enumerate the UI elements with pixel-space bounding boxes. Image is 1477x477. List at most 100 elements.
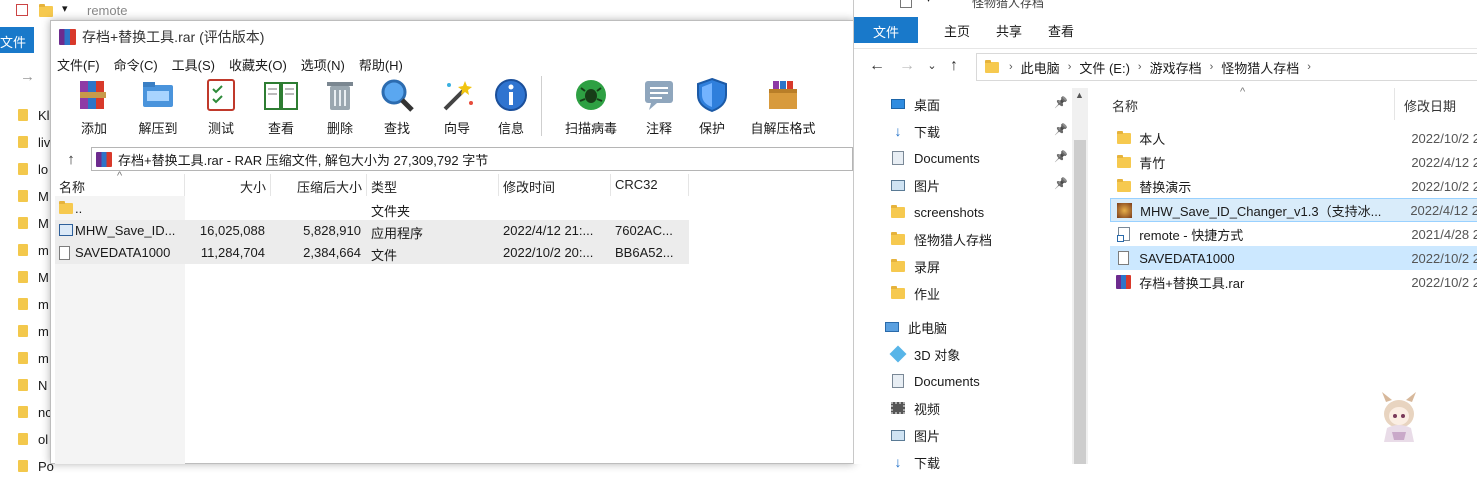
background-list-item[interactable]: ol	[18, 428, 48, 450]
pin-icon[interactable]: 📌	[1054, 150, 1068, 163]
ribbon-tab[interactable]: 文件	[854, 17, 918, 43]
nav-item-label: 作业	[914, 286, 941, 302]
breadcrumb-item[interactable]: 怪物猎人存档	[1221, 58, 1299, 77]
chevron-right-icon[interactable]: ›	[1210, 61, 1214, 73]
up-arrow-icon[interactable]: ↑	[51, 151, 91, 168]
address-bar[interactable]: › 此电脑 › 文件 (E:) › 游戏存档 › 怪物猎人存档 ›	[976, 53, 1477, 81]
file-row[interactable]: MHW_Save_ID_Changer_v1.3（支持冰... 2022/4/12…	[1110, 198, 1477, 222]
nav-item[interactable]: ↓ 下载	[890, 450, 941, 474]
file-row[interactable]: SAVEDATA1000 2022/10/2 2	[1110, 246, 1477, 270]
chevron-right-icon[interactable]: ›	[1138, 61, 1142, 73]
toolbar-button-delete[interactable]: 删除	[313, 76, 367, 137]
column-header[interactable]: CRC32	[611, 174, 689, 196]
nav-item[interactable]: screenshots	[890, 200, 984, 224]
background-window-title: remote	[87, 3, 128, 18]
menu-item[interactable]: 命令(C)	[114, 55, 158, 74]
background-list-item[interactable]: Kl	[18, 104, 50, 126]
scrollbar-thumb[interactable]	[1074, 140, 1086, 464]
background-list-item[interactable]: Po	[18, 455, 54, 477]
nav-item[interactable]: 此电脑	[884, 315, 947, 339]
toolbar-button-comment[interactable]: 注释	[634, 76, 684, 137]
background-list-item[interactable]: nc	[18, 401, 52, 423]
file-row[interactable]: 替换演示 2022/10/2 2	[1110, 174, 1477, 198]
file-row[interactable]: 本人 2022/10/2 2	[1110, 126, 1477, 150]
menu-item[interactable]: 工具(S)	[172, 55, 215, 74]
forward-arrow-icon[interactable]: →	[20, 68, 35, 85]
nav-item[interactable]: 怪物猎人存档	[890, 227, 992, 251]
toolbar-button-protect[interactable]: 保护	[684, 76, 740, 137]
nav-item-label: 怪物猎人存档	[914, 232, 993, 248]
breadcrumb-item[interactable]: 文件 (E:)	[1079, 58, 1130, 77]
nav-item[interactable]: 图片	[890, 173, 940, 197]
file-row[interactable]: 青竹 2022/4/12 2	[1110, 150, 1477, 174]
column-header-name[interactable]: 名称	[1112, 96, 1138, 115]
nav-item[interactable]: 桌面	[890, 92, 940, 116]
background-list-item[interactable]: M	[18, 185, 49, 207]
nav-item[interactable]: 视频	[890, 396, 940, 420]
recent-dropdown-icon[interactable]: ⌄	[922, 59, 942, 72]
file-date: 2022/10/2 2	[1411, 250, 1477, 266]
nav-item[interactable]: 图片	[890, 423, 940, 447]
folder-icon	[18, 298, 28, 310]
breadcrumb-item[interactable]: 此电脑	[1021, 58, 1060, 77]
pin-icon[interactable]: 📌	[1054, 96, 1068, 109]
background-list-item[interactable]: M	[18, 212, 49, 234]
column-divider[interactable]	[1394, 88, 1395, 120]
background-list-item[interactable]: M	[18, 266, 49, 288]
back-arrow-icon[interactable]: ←	[862, 57, 892, 75]
column-header[interactable]: 大小	[185, 174, 271, 196]
menu-item[interactable]: 帮助(H)	[359, 55, 403, 74]
menu-item[interactable]: 文件(F)	[57, 55, 100, 74]
background-list-item[interactable]: liv	[18, 131, 50, 153]
column-header[interactable]: 修改时间	[499, 174, 611, 196]
background-list-item[interactable]: m	[18, 239, 49, 261]
menu-item[interactable]: 收藏夹(O)	[229, 55, 287, 74]
toolbar-button-add[interactable]: 添加	[65, 76, 123, 137]
toolbar-button-virus-scan[interactable]: 扫描病毒	[548, 76, 634, 137]
breadcrumb-item[interactable]: 游戏存档	[1150, 58, 1202, 77]
background-list-item[interactable]: m	[18, 320, 49, 342]
toolbar-button-find[interactable]: 查找	[367, 76, 427, 137]
pin-icon[interactable]: 📌	[1054, 123, 1068, 136]
toolbar-button-info[interactable]: 信息	[487, 76, 535, 137]
background-list-item[interactable]: m	[18, 293, 49, 315]
table-row[interactable]: MHW_Save_ID... 16,025,088 5,828,910 应用程序 202…	[55, 220, 689, 242]
nav-item[interactable]: 3D 对象	[889, 342, 960, 366]
nav-item[interactable]: Documents	[890, 369, 980, 393]
toolbar-button-extract-to[interactable]: 解压到	[123, 76, 193, 137]
desktop-icon	[890, 97, 906, 111]
column-header[interactable]: 类型	[367, 174, 499, 196]
table-row[interactable]: SAVEDATA1000 11,284,704 2,384,664 文件 2022/10…	[55, 242, 689, 264]
archive-path-field[interactable]: 存档+替换工具.rar - RAR 压缩文件, 解包大小为 27,309,792…	[91, 147, 853, 171]
chevron-right-icon[interactable]: ›	[1307, 61, 1311, 73]
shortcut-icon	[1116, 227, 1131, 242]
nav-item[interactable]: Documents	[890, 146, 980, 170]
forward-arrow-icon[interactable]: →	[892, 57, 922, 75]
background-list-item[interactable]: m	[18, 347, 49, 369]
toolbar-button-wizard[interactable]: 向导	[427, 76, 487, 137]
table-row[interactable]: .. 文件夹	[55, 198, 689, 220]
up-arrow-icon[interactable]: ↑	[942, 57, 966, 75]
pin-icon[interactable]: 📌	[1054, 177, 1068, 190]
background-list-item[interactable]: N	[18, 374, 47, 396]
toolbar-button-test[interactable]: 测试	[193, 76, 249, 137]
ribbon-tab[interactable]: 查看	[1048, 21, 1074, 40]
nav-item[interactable]: 作业	[890, 281, 940, 305]
background-file-tab[interactable]: 文件	[0, 27, 34, 53]
toolbar-button-view[interactable]: 查看	[249, 76, 313, 137]
ribbon-tab[interactable]: 共享	[996, 21, 1022, 40]
chevron-right-icon[interactable]: ›	[1068, 61, 1072, 73]
menu-item[interactable]: 选项(N)	[301, 55, 345, 74]
scroll-up-icon[interactable]: ▲	[1075, 90, 1084, 100]
folder-icon	[890, 231, 906, 246]
file-row[interactable]: 存档+替换工具.rar 2022/10/2 2	[1110, 270, 1477, 294]
nav-item[interactable]: 录屏	[890, 254, 940, 278]
nav-item[interactable]: ↓ 下载	[890, 119, 941, 143]
ribbon-tab[interactable]: 主页	[944, 21, 970, 40]
file-row[interactable]: remote - 快捷方式 2021/4/28 2	[1110, 222, 1477, 246]
column-header[interactable]: 压缩后大小	[271, 174, 367, 196]
background-list-item[interactable]: lo	[18, 158, 48, 180]
toolbar-button-sfx[interactable]: 自解压格式	[740, 76, 826, 137]
winrar-menubar: 文件(F) 命令(C) 工具(S) 收藏夹(O) 选项(N) 帮助(H)	[51, 53, 853, 75]
column-header-date[interactable]: 修改日期	[1404, 96, 1456, 115]
